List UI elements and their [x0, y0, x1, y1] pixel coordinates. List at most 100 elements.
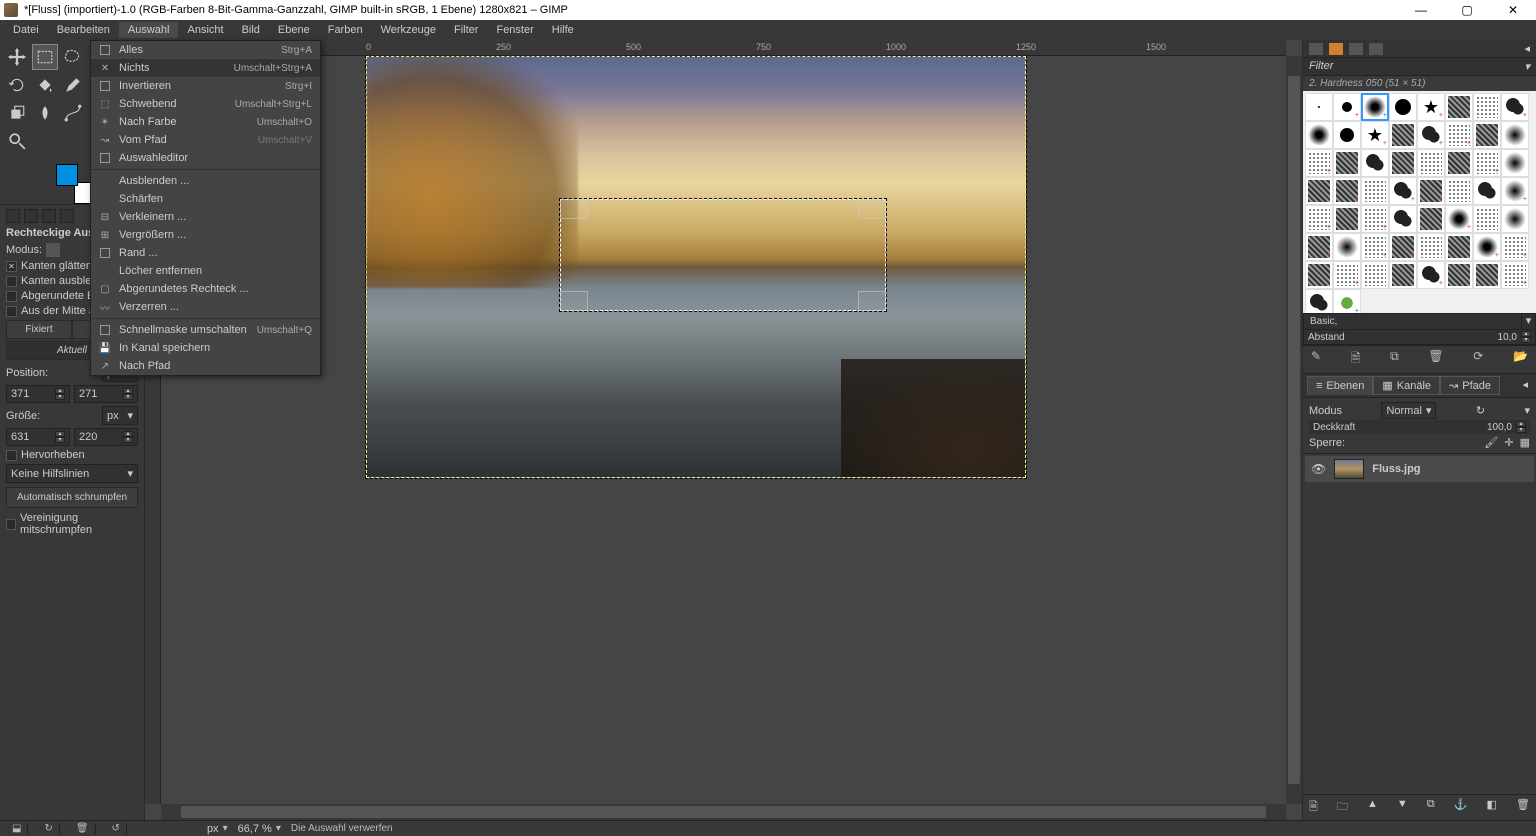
brush-cell[interactable]	[1417, 233, 1445, 261]
fg-color[interactable]	[56, 164, 78, 186]
brush-cell[interactable]	[1473, 121, 1501, 149]
tool-free-select[interactable]	[60, 44, 86, 70]
guides-dropdown[interactable]: Keine Hilfslinien▾	[6, 464, 138, 483]
merged-checkbox[interactable]	[6, 519, 16, 530]
lock-alpha-icon[interactable]: ▦	[1520, 436, 1530, 449]
tool-rotate[interactable]	[4, 72, 30, 98]
brush-cell[interactable]	[1445, 149, 1473, 177]
brush-cell[interactable]: +	[1361, 93, 1389, 121]
brush-cell[interactable]: +	[1305, 233, 1333, 261]
tool-smudge[interactable]	[32, 100, 58, 126]
brush-del-icon[interactable]: 🗑	[1428, 349, 1443, 370]
layer-group-icon[interactable]: 🗀	[1337, 798, 1348, 817]
brush-cell[interactable]: +	[1333, 93, 1361, 121]
brush-cell[interactable]: +	[1417, 177, 1445, 205]
brush-cell[interactable]	[1473, 177, 1501, 205]
brush-cell[interactable]	[1417, 205, 1445, 233]
menu-ansicht[interactable]: Ansicht	[178, 22, 232, 38]
brush-cell[interactable]	[1445, 177, 1473, 205]
scrollbar-vertical[interactable]	[1286, 56, 1302, 804]
brush-dup-icon[interactable]: ⧉	[1390, 349, 1399, 370]
tool-zoom[interactable]	[4, 128, 30, 154]
lock-pos-icon[interactable]: ✛	[1504, 436, 1513, 449]
maximize-button[interactable]: ▢	[1444, 0, 1490, 20]
tool-pencil[interactable]	[60, 72, 86, 98]
menu-item-nach-pfad[interactable]: ↗Nach Pfad	[91, 357, 320, 375]
brush-cell[interactable]: +	[1333, 149, 1361, 177]
tab-fonts-icon[interactable]	[1349, 43, 1363, 55]
brush-cell[interactable]: +	[1389, 177, 1417, 205]
brush-refresh-icon[interactable]: ⟳	[1473, 349, 1483, 370]
tab-ebenen[interactable]: ≡Ebenen	[1307, 376, 1373, 395]
brush-filter[interactable]: Filter▾	[1303, 58, 1536, 76]
menu-fenster[interactable]: Fenster	[487, 22, 542, 38]
menu-item-l-cher-entfernen[interactable]: Löcher entfernen	[91, 262, 320, 280]
brush-cell[interactable]	[1473, 261, 1501, 289]
brush-spacing[interactable]: Abstand 10,0 ▴▾	[1303, 329, 1536, 345]
brush-cell[interactable]: +	[1333, 289, 1361, 313]
close-button[interactable]: ✕	[1490, 0, 1536, 20]
brush-cell[interactable]	[1361, 149, 1389, 177]
brush-cell[interactable]	[1445, 93, 1473, 121]
sel-handle-bl[interactable]	[560, 291, 588, 311]
pos-x-input[interactable]: 371▴▾	[6, 385, 70, 403]
selection-rectangle[interactable]	[560, 199, 886, 311]
menu-item-rand-[interactable]: Rand ...	[91, 244, 320, 262]
brush-cell[interactable]	[1333, 205, 1361, 233]
layer-thumbnail[interactable]	[1334, 459, 1364, 479]
lock-pixel-icon[interactable]: 🖌	[1484, 436, 1498, 449]
rounded-checkbox[interactable]	[6, 291, 17, 302]
tool-bucket[interactable]	[32, 72, 58, 98]
brush-cell[interactable]: ★+	[1417, 93, 1445, 121]
highlight-checkbox[interactable]	[6, 450, 17, 461]
brush-cell[interactable]: +	[1473, 149, 1501, 177]
brush-cell[interactable]: +	[1417, 121, 1445, 149]
tab-kanaele[interactable]: ▦Kanäle	[1373, 376, 1440, 395]
brush-cell[interactable]	[1417, 149, 1445, 177]
brush-cell[interactable]	[1501, 121, 1529, 149]
menu-farben[interactable]: Farben	[319, 22, 372, 38]
brush-cell[interactable]	[1501, 205, 1529, 233]
tool-clone[interactable]	[4, 100, 30, 126]
layer-mask-icon[interactable]: ◧	[1486, 798, 1496, 817]
menu-datei[interactable]: Datei	[4, 22, 48, 38]
menu-auswahl[interactable]: Auswahl	[119, 22, 179, 38]
brush-cell[interactable]: ★+	[1361, 121, 1389, 149]
brush-cell[interactable]	[1361, 177, 1389, 205]
sb-icon-1[interactable]: ⬓	[6, 823, 28, 834]
menu-ebene[interactable]: Ebene	[269, 22, 319, 38]
tool-path[interactable]	[60, 100, 86, 126]
menu-item-ausblenden-[interactable]: Ausblenden ...	[91, 172, 320, 190]
layer-merge-icon[interactable]: ⚓	[1454, 798, 1468, 817]
brush-cell[interactable]	[1305, 289, 1333, 313]
menu-item-in-kanal-speichern[interactable]: 💾In Kanal speichern	[91, 339, 320, 357]
menu-item-sch-rfen[interactable]: Schärfen	[91, 190, 320, 208]
menu-item-nichts[interactable]: ✕NichtsUmschalt+Strg+A	[91, 59, 320, 77]
brush-cell[interactable]	[1501, 149, 1529, 177]
brush-cell[interactable]: +	[1305, 149, 1333, 177]
menu-item-verzerren-[interactable]: 〰Verzerren ...	[91, 298, 320, 316]
opt-tab-icon[interactable]	[6, 209, 20, 223]
brush-cell[interactable]: +	[1473, 233, 1501, 261]
brush-cell[interactable]: +	[1333, 261, 1361, 289]
brush-cell[interactable]	[1333, 121, 1361, 149]
layer-name[interactable]: Fluss.jpg	[1372, 463, 1420, 475]
menu-item-schwebend[interactable]: ⬚SchwebendUmschalt+Strg+L	[91, 95, 320, 113]
menu-item-invertieren[interactable]: InvertierenStrg+I	[91, 77, 320, 95]
menu-item-verkleinern-[interactable]: ⊟Verkleinern ...	[91, 208, 320, 226]
autoshrink-button[interactable]: Automatisch schrumpfen	[6, 487, 138, 508]
menu-item-schnellmaske-umschalten[interactable]: Schnellmaske umschaltenUmschalt+Q	[91, 321, 320, 339]
menu-bild[interactable]: Bild	[233, 22, 269, 38]
brush-cell[interactable]	[1473, 93, 1501, 121]
mode-replace-icon[interactable]	[46, 243, 60, 257]
brush-cell[interactable]	[1389, 93, 1417, 121]
brush-cell[interactable]	[1389, 261, 1417, 289]
menu-item-auswahleditor[interactable]: Auswahleditor	[91, 149, 320, 167]
mode-add-icon[interactable]	[64, 243, 78, 257]
scrollbar-horizontal[interactable]	[161, 804, 1286, 820]
brush-cell[interactable]: +	[1305, 205, 1333, 233]
canvas-viewport[interactable]	[161, 56, 1286, 804]
menu-item-alles[interactable]: AllesStrg+A	[91, 41, 320, 59]
tab-menu-icon[interactable]: ◂	[1524, 42, 1530, 55]
tab-patterns-icon[interactable]	[1329, 43, 1343, 55]
